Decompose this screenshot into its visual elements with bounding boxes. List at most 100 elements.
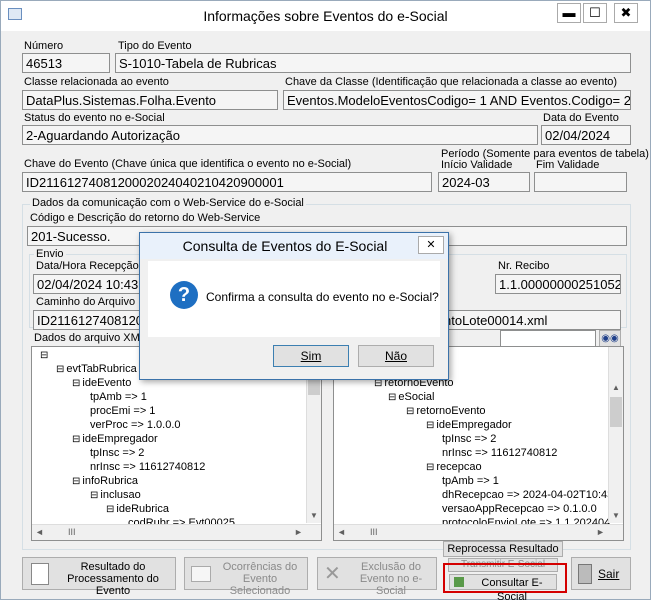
tree-node[interactable]: ⊟ retornoEvento bbox=[406, 405, 486, 417]
tree-node[interactable]: ⊟ eSocial bbox=[388, 391, 434, 403]
tree-node[interactable]: ⊟ ideRubrica bbox=[106, 503, 169, 515]
caminho-field[interactable]: ID21161274081200 bbox=[33, 310, 145, 330]
tree-node[interactable]: ⊟ infoRubrica bbox=[72, 475, 138, 487]
expand-toggle-icon[interactable]: ⊟ bbox=[56, 364, 64, 375]
window-title: Informações sobre Eventos do e-Social bbox=[203, 8, 448, 24]
dialog-no-button[interactable]: Não bbox=[358, 345, 434, 367]
fim-label: Fim Validade bbox=[536, 159, 600, 171]
chave-evento-field[interactable]: ID2116127408120002024040210420900001 bbox=[22, 172, 432, 192]
binoculars-icon[interactable]: ◉◉ bbox=[599, 330, 621, 347]
tree-node-label: ideEmpregador bbox=[82, 433, 158, 445]
tree-node[interactable]: ⊟ evtTabRubrica bbox=[56, 363, 137, 375]
sair-button[interactable]: Sair bbox=[571, 557, 631, 590]
retorno-label: Código e Descrição do retorno do Web-Ser… bbox=[30, 212, 261, 224]
tree-node-label: infoRubrica bbox=[82, 475, 139, 487]
expand-toggle-icon[interactable]: ⊟ bbox=[40, 350, 48, 361]
data-hora-field[interactable]: 02/04/2024 10:43:22 bbox=[33, 274, 145, 294]
reprocessa-button[interactable]: Reprocessa Resultado bbox=[443, 541, 563, 557]
minimize-button[interactable]: ▬ bbox=[557, 3, 581, 23]
tree-node[interactable]: tpInsc => 2 bbox=[442, 433, 496, 445]
expand-toggle-icon[interactable]: ⊟ bbox=[90, 490, 98, 501]
scroll-down-icon[interactable]: ▼ bbox=[612, 511, 620, 520]
tree-node[interactable]: tpAmb => 1 bbox=[442, 475, 499, 487]
status-field[interactable]: 2-Aguardando Autorização bbox=[22, 125, 538, 145]
expand-toggle-icon[interactable]: ⊟ bbox=[72, 476, 80, 487]
tree-node[interactable]: versaoAppRecepcao => 0.1.0.0 bbox=[442, 503, 597, 515]
scroll-down-icon[interactable]: ▼ bbox=[310, 511, 318, 520]
tree-node[interactable]: ⊟ bbox=[40, 349, 50, 361]
exclusao-button[interactable]: ✕ Exclusão do Evento no e-Social bbox=[317, 557, 437, 597]
chave-evento-label: Chave do Evento (Chave única que identif… bbox=[24, 158, 352, 170]
numero-field[interactable]: 46513 bbox=[22, 53, 110, 73]
tree-node-label: retornoEvento bbox=[416, 405, 486, 417]
ocorrencias-button[interactable]: Ocorrências do Evento Selecionado bbox=[184, 557, 308, 597]
tree-node[interactable]: tpAmb => 1 bbox=[90, 391, 147, 403]
tree-node[interactable]: procEmi => 1 bbox=[90, 405, 155, 417]
scroll-thumb-grip-icon[interactable]: III bbox=[68, 527, 76, 537]
exit-door-icon bbox=[578, 564, 592, 584]
consultar-button[interactable]: Consultar E-Social bbox=[449, 574, 557, 603]
fim-field[interactable] bbox=[534, 172, 627, 192]
consult-icon bbox=[454, 577, 464, 587]
inicio-field[interactable]: 2024-03 bbox=[438, 172, 530, 192]
tree-node[interactable]: tpInsc => 2 bbox=[90, 447, 144, 459]
tree-node-label: ideRubrica bbox=[116, 503, 169, 515]
tree-node[interactable]: ⊟ inclusao bbox=[90, 489, 141, 501]
tree-node-label: tpInsc => 2 bbox=[442, 433, 497, 445]
data-hora-label: Data/Hora Recepção bbox=[36, 260, 139, 272]
dialog-no-label: Não bbox=[384, 349, 407, 363]
expand-toggle-icon[interactable]: ⊟ bbox=[72, 434, 80, 445]
expand-toggle-icon[interactable]: ⊟ bbox=[426, 462, 434, 473]
status-label: Status do evento no e-Social bbox=[24, 112, 165, 124]
tree-right-vscroll-thumb[interactable] bbox=[610, 397, 622, 427]
expand-toggle-icon[interactable]: ⊟ bbox=[388, 392, 396, 403]
recibo-label: Nr. Recibo bbox=[498, 260, 550, 272]
tree-node[interactable]: ⊟ ideEvento bbox=[72, 377, 131, 389]
tree-node-label: tpInsc => 2 bbox=[90, 447, 145, 459]
close-button[interactable]: ✖ bbox=[614, 3, 638, 23]
tipo-field[interactable]: S-1010-Tabela de Rubricas bbox=[115, 53, 631, 73]
scroll-thumb-grip-icon[interactable]: III bbox=[370, 527, 378, 537]
classe-label: Classe relacionada ao evento bbox=[24, 76, 169, 88]
classe-field[interactable]: DataPlus.Sistemas.Folha.Evento bbox=[22, 90, 278, 110]
dialog-close-button[interactable]: ✕ bbox=[418, 236, 444, 254]
tree-node[interactable]: ⊟ ideEmpregador bbox=[426, 419, 512, 431]
data-field[interactable]: 02/04/2024 bbox=[541, 125, 631, 145]
resultado-button-label: Resultado do Processamento do Evento bbox=[67, 561, 159, 597]
tree-node-label: recepcao bbox=[436, 461, 482, 473]
xml-search-input[interactable] bbox=[500, 330, 596, 347]
exclusao-button-label: Exclusão do Evento no e-Social bbox=[359, 561, 423, 597]
resultado-button[interactable]: Resultado do Processamento do Evento bbox=[22, 557, 176, 597]
recibo-field[interactable]: 1.1.0000000025105284 bbox=[495, 274, 621, 294]
scroll-right-icon[interactable]: ► bbox=[596, 527, 605, 537]
numero-label: Número bbox=[24, 40, 64, 52]
tree-node[interactable]: ⊟ recepcao bbox=[426, 461, 482, 473]
tree-node[interactable]: ⊟ ideEmpregador bbox=[72, 433, 158, 445]
expand-toggle-icon[interactable]: ⊟ bbox=[426, 420, 434, 431]
question-icon: ? bbox=[170, 281, 198, 309]
chave-classe-field[interactable]: Eventos.ModeloEventosCodigo= 1 AND Event… bbox=[283, 90, 631, 110]
tree-node-label: eSocial bbox=[398, 391, 435, 403]
comunicacao-group-label: Dados da comunicação com o Web-Service d… bbox=[30, 197, 306, 209]
delete-x-icon: ✕ bbox=[324, 563, 341, 585]
scroll-left-icon[interactable]: ◄ bbox=[35, 527, 44, 537]
tree-node-label: nrInsc => 11612740812 bbox=[442, 447, 558, 459]
maximize-button[interactable]: ☐ bbox=[583, 3, 607, 23]
tree-right-vscroll[interactable] bbox=[608, 347, 623, 523]
dialog-title: Consulta de Eventos do E-Social bbox=[182, 238, 388, 254]
tree-node[interactable]: nrInsc => 11612740812 bbox=[442, 447, 557, 459]
expand-toggle-icon[interactable]: ⊟ bbox=[72, 378, 80, 389]
sair-button-label: Sair bbox=[598, 567, 620, 581]
scroll-up-icon[interactable]: ▲ bbox=[612, 383, 620, 392]
expand-toggle-icon[interactable]: ⊟ bbox=[106, 504, 114, 515]
tree-node-label: verProc => 1.0.0.0 bbox=[90, 419, 181, 431]
scroll-left-icon[interactable]: ◄ bbox=[337, 527, 346, 537]
scroll-right-icon[interactable]: ► bbox=[294, 527, 303, 537]
tree-node[interactable]: dhRecepcao => 2024-04-02T10:43 bbox=[442, 489, 613, 501]
tree-node[interactable]: nrInsc => 11612740812 bbox=[90, 461, 205, 473]
tree-node[interactable]: verProc => 1.0.0.0 bbox=[90, 419, 181, 431]
expand-toggle-icon[interactable]: ⊟ bbox=[406, 406, 414, 417]
dialog-yes-button[interactable]: Sim bbox=[273, 345, 349, 367]
envio-label: Envio bbox=[34, 248, 66, 260]
caminho-field-right[interactable]: ntoLote00014.xml bbox=[440, 310, 621, 330]
